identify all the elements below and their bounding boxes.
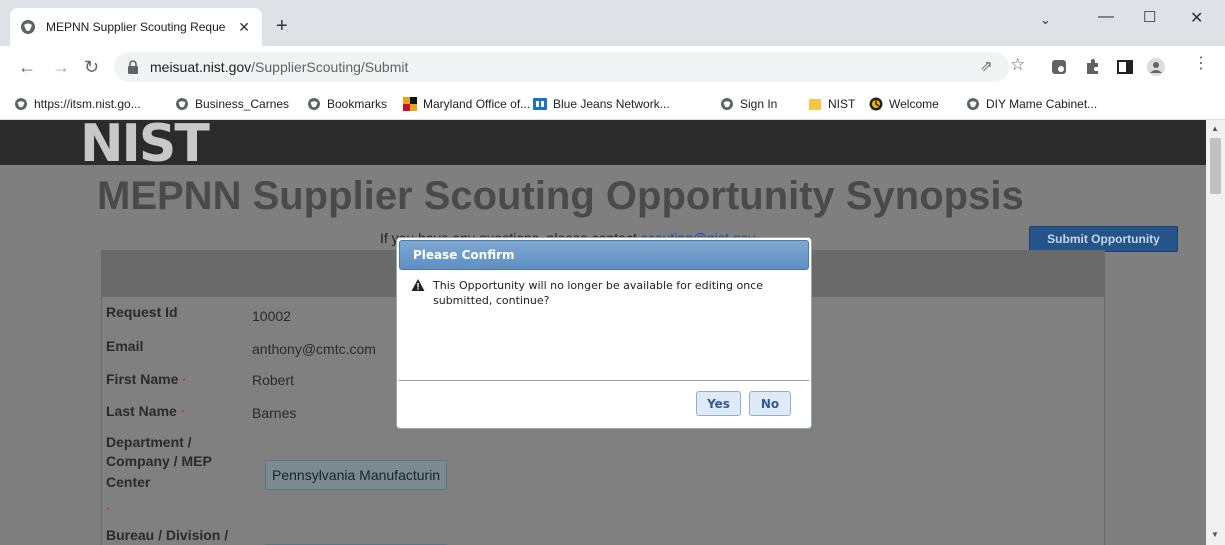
maryland-flag-icon bbox=[403, 97, 417, 111]
extension-app-icon[interactable] bbox=[1049, 57, 1069, 77]
bookmark-label: Maryland Office of... bbox=[423, 97, 531, 111]
page-title: MEPNN Supplier Scouting Opportunity Syno… bbox=[97, 174, 1024, 218]
globe-icon bbox=[308, 98, 320, 110]
warning-icon bbox=[411, 279, 425, 291]
bookmark-item[interactable]: Blue Jeans Network... bbox=[533, 97, 670, 111]
no-button[interactable]: No bbox=[749, 391, 791, 416]
address-bar[interactable]: meisuat.nist.gov/SupplierScouting/Submit bbox=[114, 52, 1009, 82]
request-id-value: 10002 bbox=[252, 308, 291, 324]
submit-opportunity-button[interactable]: Submit Opportunity bbox=[1029, 226, 1178, 252]
confirm-dialog: Please Confirm This Opportunity will no … bbox=[396, 237, 812, 429]
bluejeans-icon bbox=[533, 98, 547, 110]
close-tab-icon[interactable]: ✕ bbox=[238, 19, 250, 36]
globe-icon bbox=[967, 98, 979, 110]
back-icon[interactable]: ← bbox=[18, 58, 36, 76]
forward-icon[interactable]: → bbox=[52, 58, 70, 76]
globe-icon bbox=[15, 98, 27, 110]
scroll-up-icon[interactable]: ▲ bbox=[1211, 124, 1219, 133]
bookmark-label: DIY Mame Cabinet... bbox=[986, 97, 1098, 111]
page-scrollbar[interactable]: ▲ ▼ bbox=[1206, 120, 1225, 545]
bookmark-label: Blue Jeans Network... bbox=[553, 97, 670, 111]
email-value: anthony@cmtc.com bbox=[252, 341, 376, 357]
page-content: NIST MEPNN Supplier Scouting Opportunity… bbox=[0, 120, 1206, 545]
dialog-message: This Opportunity will no longer be avail… bbox=[433, 279, 764, 307]
maximize-icon[interactable]: ☐ bbox=[1143, 8, 1156, 26]
required-marker: · bbox=[182, 371, 187, 387]
extensions-puzzle-icon[interactable] bbox=[1082, 57, 1102, 77]
bookmark-item[interactable]: Sign In bbox=[720, 97, 777, 111]
department-label-line-2: Company / MEP bbox=[106, 453, 212, 469]
lock-icon bbox=[128, 60, 138, 74]
globe-icon bbox=[21, 20, 35, 34]
email-label: Email bbox=[106, 338, 144, 354]
share-icon[interactable]: ⇗ bbox=[980, 59, 993, 74]
first-name-label: First Name · bbox=[106, 369, 187, 389]
close-window-icon[interactable]: ✕ bbox=[1190, 8, 1203, 28]
tab-search-icon[interactable]: ⌄ bbox=[1040, 12, 1051, 28]
bookmark-item[interactable]: Business_Carnes bbox=[175, 97, 289, 111]
bookmark-item[interactable]: Welcome bbox=[869, 97, 939, 111]
url-path: /SupplierScouting/Submit bbox=[251, 59, 409, 75]
first-name-value: Robert bbox=[252, 372, 295, 388]
browser-toolbar: ← → ↻ meisuat.nist.gov/SupplierScouting/… bbox=[0, 46, 1225, 90]
bookmark-item[interactable]: NIST bbox=[808, 97, 855, 111]
folder-icon bbox=[809, 99, 821, 110]
globe-icon bbox=[721, 98, 733, 110]
department-label-line-1: Department / bbox=[106, 434, 192, 450]
new-tab-button[interactable]: + bbox=[276, 16, 288, 36]
bookmark-item[interactable]: DIY Mame Cabinet... bbox=[966, 97, 1097, 111]
bookmark-label: Sign In bbox=[740, 97, 778, 111]
required-marker: · bbox=[106, 500, 111, 516]
bookmark-label: Welcome bbox=[889, 97, 939, 111]
bookmarks-bar: https://itsm.nist.go... Business_Carnes … bbox=[0, 90, 1225, 120]
globe-icon bbox=[176, 98, 188, 110]
bookmark-item[interactable]: Bookmarks bbox=[307, 97, 387, 111]
bookmark-item[interactable]: Maryland Office of... bbox=[403, 97, 530, 111]
browser-tab[interactable]: MEPNN Supplier Scouting Reque ✕ bbox=[10, 8, 262, 46]
tab-strip: MEPNN Supplier Scouting Reque ✕ + ⌄ — ☐ … bbox=[0, 0, 1225, 46]
dialog-divider bbox=[399, 380, 809, 381]
profile-avatar-icon[interactable] bbox=[1146, 57, 1166, 77]
side-panel-icon[interactable] bbox=[1115, 57, 1135, 77]
required-marker: · bbox=[180, 403, 186, 419]
minimize-icon[interactable]: — bbox=[1098, 8, 1114, 26]
last-name-label-text: Last Name bbox=[106, 403, 177, 419]
first-name-label-text: First Name bbox=[106, 371, 179, 387]
bookmark-label: Bookmarks bbox=[327, 97, 388, 111]
tab-title: MEPNN Supplier Scouting Reque bbox=[46, 20, 226, 34]
dialog-message-row: This Opportunity will no longer be avail… bbox=[411, 278, 801, 308]
welcome-icon bbox=[869, 97, 883, 111]
department-field[interactable]: Pennsylvania Manufacturin bbox=[265, 460, 447, 490]
nist-header-bar: NIST bbox=[0, 120, 1206, 174]
dialog-title[interactable]: Please Confirm bbox=[399, 240, 809, 270]
bookmark-item[interactable]: https://itsm.nist.go... bbox=[14, 97, 141, 111]
url-host: meisuat.nist.gov bbox=[150, 59, 252, 75]
menu-kebab-icon[interactable]: ⋮ bbox=[1193, 56, 1209, 72]
last-name-value: Barnes bbox=[252, 405, 297, 421]
scroll-down-icon[interactable]: ▼ bbox=[1211, 530, 1219, 539]
scrollbar-thumb[interactable] bbox=[1210, 138, 1221, 194]
bureau-label: Bureau / Division / bbox=[106, 527, 229, 543]
bookmark-star-icon[interactable]: ☆ bbox=[1010, 56, 1025, 73]
bookmark-label: NIST bbox=[828, 97, 856, 111]
yes-button[interactable]: Yes bbox=[696, 391, 741, 416]
bookmark-label: https://itsm.nist.go... bbox=[34, 97, 141, 111]
url-text: meisuat.nist.gov/SupplierScouting/Submit bbox=[150, 59, 408, 75]
reload-icon[interactable]: ↻ bbox=[84, 58, 99, 76]
last-name-label: Last Name · bbox=[106, 401, 185, 421]
request-id-label: Request Id bbox=[106, 304, 178, 320]
bookmark-label: Business_Carnes bbox=[195, 97, 290, 111]
department-label-line-3: Center bbox=[106, 474, 151, 490]
nist-logo: NIST bbox=[80, 120, 210, 174]
